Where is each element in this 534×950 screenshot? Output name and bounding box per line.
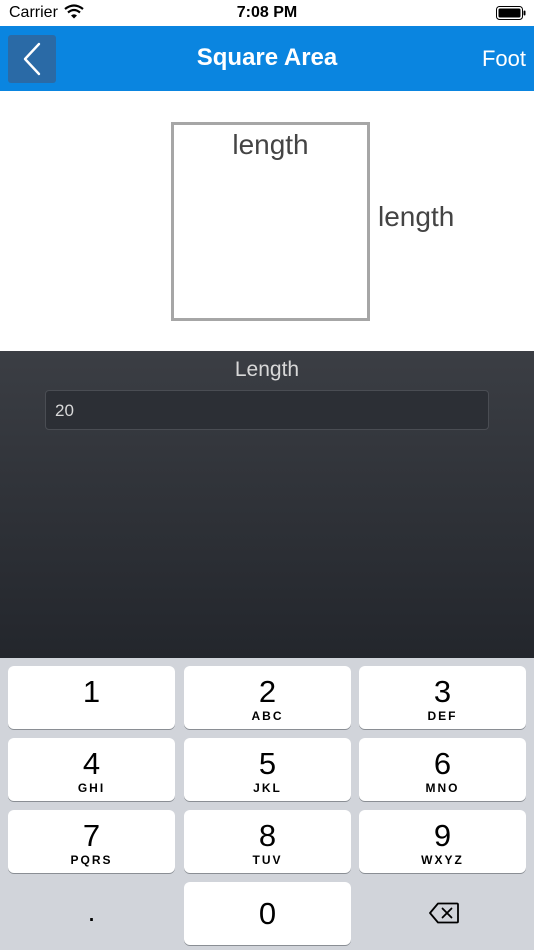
key-letters: JKL [253, 781, 282, 795]
key-digit: 0 [258, 896, 277, 931]
key-9[interactable]: 9 WXYZ [359, 810, 526, 873]
key-letters: WXYZ [421, 853, 464, 867]
key-digit: 2 [258, 674, 277, 709]
nav-bar: Square Area Foot [0, 26, 534, 91]
key-4[interactable]: 4 GHI [8, 738, 175, 801]
length-field-label: Length [234, 358, 300, 381]
top-length-label: length [232, 129, 309, 160]
key-digit: 1 [82, 674, 101, 709]
length-input-value: 20 [55, 401, 74, 420]
unit-selector-button[interactable]: Foot [482, 46, 526, 72]
key-8[interactable]: 8 TUV [184, 810, 351, 873]
key-decimal-label: . [87, 896, 96, 927]
battery-icon [496, 6, 526, 25]
key-5[interactable]: 5 JKL [184, 738, 351, 801]
page-title: Square Area [196, 44, 338, 71]
key-digit: 3 [433, 674, 452, 709]
key-7[interactable]: 7 PQRS [8, 810, 175, 873]
key-decimal[interactable]: . [8, 882, 175, 945]
status-bar: Carrier 7:08 PM [0, 0, 534, 26]
input-panel: Length 20 [0, 351, 534, 658]
backspace-icon [429, 902, 459, 924]
key-3[interactable]: 3 DEF [359, 666, 526, 729]
status-time: 7:08 PM [236, 4, 298, 21]
key-letters: ABC [251, 709, 284, 723]
key-0[interactable]: 0 [184, 882, 351, 945]
key-2[interactable]: 2 ABC [184, 666, 351, 729]
numeric-keypad: 1 2 ABC 3 DEF 4 GHI 5 JKL 6 MNO 7 PQRS 8… [0, 658, 534, 950]
square-diagram: length length [0, 91, 534, 351]
key-digit: 7 [82, 818, 101, 853]
key-6[interactable]: 6 MNO [359, 738, 526, 801]
key-digit: 8 [258, 818, 277, 853]
key-letters: GHI [77, 781, 106, 795]
key-letters: TUV [252, 853, 283, 867]
key-letters: DEF [427, 709, 458, 723]
key-digit: 4 [82, 746, 101, 781]
key-delete[interactable] [359, 882, 526, 945]
key-letters: MNO [425, 781, 460, 795]
side-length-label: length [378, 201, 455, 232]
key-digit: 9 [433, 818, 452, 853]
key-digit: 6 [433, 746, 452, 781]
key-1[interactable]: 1 [8, 666, 175, 729]
length-input[interactable]: 20 [45, 390, 489, 430]
key-letters: PQRS [70, 853, 113, 867]
key-digit: 5 [258, 746, 277, 781]
